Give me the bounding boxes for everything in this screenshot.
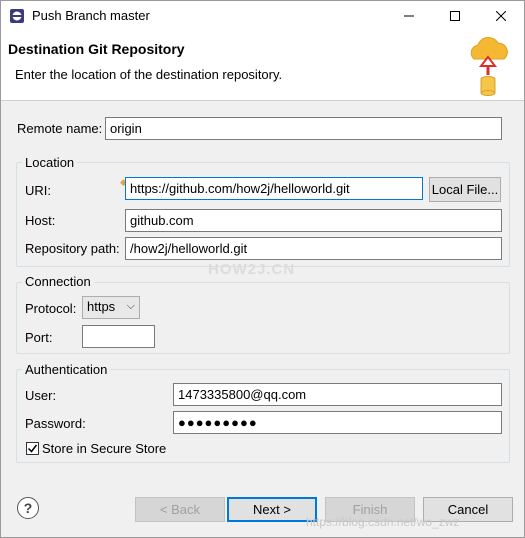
remote-name-input[interactable]: origin (105, 117, 502, 140)
password-label: Password: (25, 416, 86, 431)
repository-path-label: Repository path: (25, 241, 120, 256)
authentication-group-title: Authentication (22, 362, 111, 377)
url-watermark: https://blog.csdn.net/wo_zwz (306, 515, 460, 529)
store-secure-checkbox[interactable] (26, 442, 39, 455)
maximize-icon[interactable] (432, 1, 478, 31)
user-input[interactable]: 1473335800@qq.com (173, 383, 502, 406)
port-label: Port: (25, 330, 53, 345)
wizard-banner: Destination Git Repository Enter the loc… (1, 31, 524, 101)
uri-input[interactable]: https://github.com/how2j/helloworld.git (125, 177, 423, 200)
user-label: User: (25, 388, 57, 403)
remote-name-label: Remote name: (17, 121, 103, 136)
push-branch-dialog: Push Branch master Destination Git Repos… (0, 0, 525, 538)
protocol-select[interactable]: https ⌵ (82, 296, 140, 319)
password-input[interactable]: ●●●●●●●●● (173, 411, 502, 434)
protocol-value: https (87, 299, 116, 314)
back-button[interactable]: < Back (135, 497, 225, 522)
connection-group-title: Connection (22, 274, 94, 289)
protocol-label: Protocol: (25, 301, 77, 316)
eclipse-app-icon (10, 9, 24, 23)
repository-path-input[interactable]: /how2j/helloworld.git (125, 237, 502, 260)
page-title: Destination Git Repository (8, 41, 185, 57)
store-secure-label: Store in Secure Store (42, 441, 167, 456)
help-icon[interactable]: ? (17, 497, 39, 519)
title-bar: Push Branch master (1, 1, 524, 31)
watermark: HOW2J.CN (208, 261, 296, 278)
close-icon[interactable] (478, 1, 524, 31)
port-input[interactable] (82, 325, 155, 348)
window-title: Push Branch master (32, 8, 150, 23)
page-description: Enter the location of the destination re… (15, 67, 283, 82)
host-input[interactable]: github.com (125, 209, 502, 232)
chevron-down-icon: ⌵ (126, 300, 135, 312)
location-group-title: Location (22, 155, 78, 170)
next-button[interactable]: Next > (227, 497, 317, 522)
minimize-icon[interactable] (386, 1, 432, 31)
uri-label: URI: (25, 183, 51, 198)
cloud-push-icon (470, 37, 508, 96)
host-label: Host: (25, 213, 56, 228)
local-file-button[interactable]: Local File... (429, 177, 501, 202)
